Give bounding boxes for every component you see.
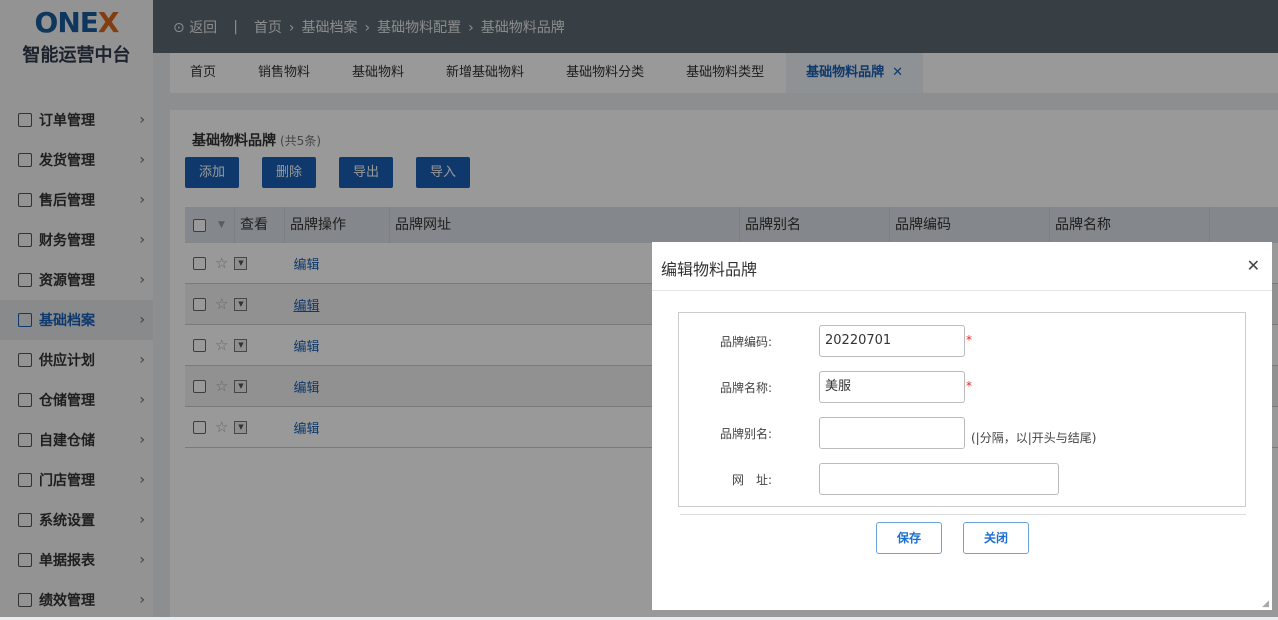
label-brand-code: 品牌编码: <box>719 335 772 349</box>
required-mark: * <box>966 379 972 393</box>
dialog-title: 编辑物料品牌 <box>652 242 1272 291</box>
required-mark: * <box>966 333 972 347</box>
label-url: 网 址: <box>731 473 772 487</box>
brand-name-input[interactable]: 美服 <box>819 371 965 403</box>
brand-alias-input[interactable] <box>819 417 965 449</box>
close-icon[interactable]: ✕ <box>1247 256 1260 275</box>
divider <box>680 514 1246 515</box>
close-button[interactable]: 关闭 <box>963 522 1029 554</box>
edit-brand-dialog: 编辑物料品牌 ✕ 品牌编码: 20220701 * 品牌名称: 美服 * 品牌别名: (|… <box>652 242 1272 610</box>
alias-hint: (|分隔，以|开头与结尾) <box>971 431 1097 445</box>
url-input[interactable] <box>819 463 1059 495</box>
label-brand-alias: 品牌别名: <box>719 427 772 441</box>
label-brand-name: 品牌名称: <box>719 381 772 395</box>
brand-code-input[interactable]: 20220701 <box>819 325 965 357</box>
brand-form: 品牌编码: 20220701 * 品牌名称: 美服 * 品牌别名: (|分隔，以|开头与结… <box>678 312 1246 507</box>
resize-handle[interactable]: ◢ <box>1262 599 1269 609</box>
save-button[interactable]: 保存 <box>876 522 942 554</box>
